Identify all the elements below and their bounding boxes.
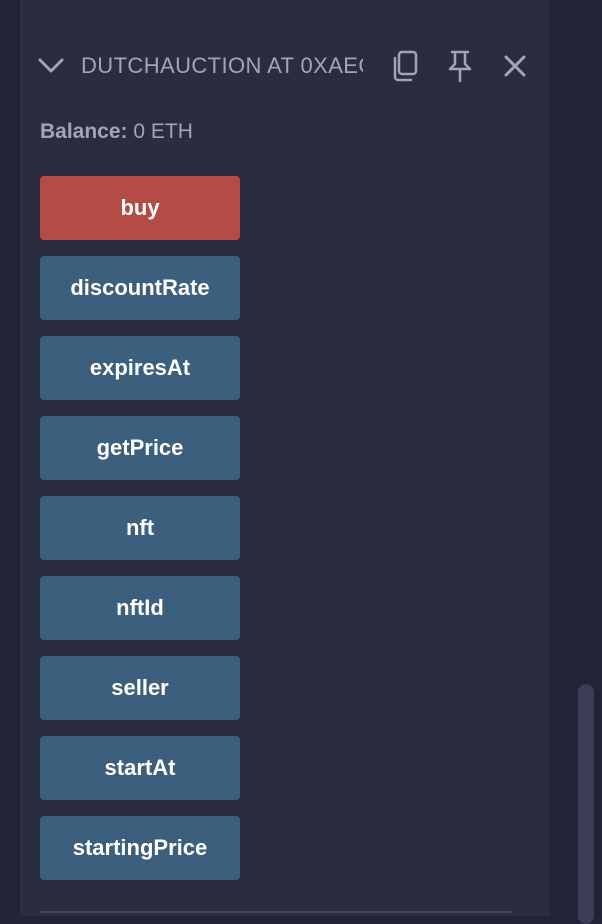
nft-id-button[interactable]: nftId xyxy=(40,576,240,640)
nft-button[interactable]: nft xyxy=(40,496,240,560)
balance-row: Balance: 0 ETH xyxy=(40,118,193,146)
expires-at-button[interactable]: expiresAt xyxy=(40,336,240,400)
get-price-button[interactable]: getPrice xyxy=(40,416,240,480)
seller-button[interactable]: seller xyxy=(40,656,240,720)
discount-rate-button[interactable]: discountRate xyxy=(40,256,240,320)
buy-button[interactable]: buy xyxy=(40,176,240,240)
divider xyxy=(40,911,512,913)
pin-icon[interactable] xyxy=(443,48,479,84)
function-list: buy discountRate expiresAt getPrice nft … xyxy=(40,176,240,896)
copy-icon[interactable] xyxy=(388,48,424,84)
scrollbar-thumb[interactable] xyxy=(578,684,594,924)
chevron-down-icon[interactable] xyxy=(36,52,66,78)
balance-value: 0 ETH xyxy=(133,120,193,143)
starting-price-button[interactable]: startingPrice xyxy=(40,816,240,880)
balance-label: Balance: xyxy=(40,120,128,143)
contract-header: DUTCHAUCTION AT 0XAEC xyxy=(36,40,536,90)
start-at-button[interactable]: startAt xyxy=(40,736,240,800)
contract-title: DUTCHAUCTION AT 0XAEC xyxy=(81,53,363,78)
close-icon[interactable] xyxy=(497,48,533,84)
scroll-track xyxy=(550,0,602,916)
left-gutter xyxy=(0,0,20,916)
